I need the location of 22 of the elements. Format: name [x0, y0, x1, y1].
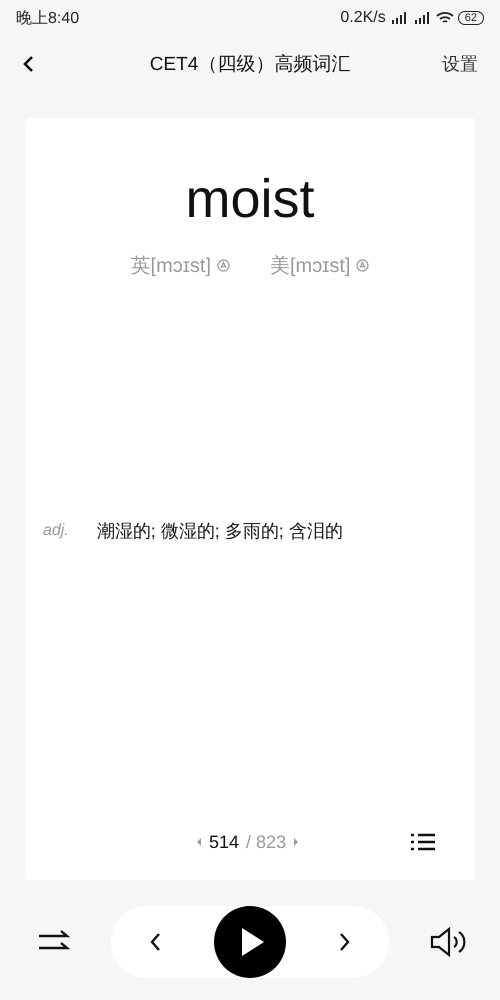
- page-total: / 823: [246, 832, 286, 852]
- next-icon[interactable]: [339, 932, 351, 952]
- part-of-speech: adj.: [43, 522, 69, 540]
- page-current: 514: [209, 832, 240, 852]
- pronunciation-text: 美[mɔɪst]: [270, 254, 350, 279]
- settings-link[interactable]: 设置: [442, 52, 478, 76]
- back-icon[interactable]: [22, 55, 34, 73]
- audio-icon[interactable]: [356, 259, 370, 272]
- previous-icon[interactable]: [149, 932, 161, 952]
- list-icon[interactable]: [411, 833, 435, 851]
- battery-icon: 62: [458, 11, 484, 25]
- wifi-icon: [436, 11, 454, 25]
- speaker-icon[interactable]: [430, 926, 468, 958]
- signal-icon: [414, 12, 432, 24]
- status-time: 晚上8:40: [16, 8, 80, 28]
- definition-text: 潮湿的; 微湿的; 多雨的; 含泪的: [96, 520, 343, 543]
- word-text: moist: [184, 168, 316, 230]
- audio-icon[interactable]: [217, 259, 230, 272]
- play-icon[interactable]: [214, 906, 286, 978]
- pronunciation-text: 英[mɔɪst]: [130, 254, 211, 279]
- page-title: CET4（四级）高频词汇: [150, 53, 350, 77]
- network-speed: 0.2K/s: [340, 9, 386, 27]
